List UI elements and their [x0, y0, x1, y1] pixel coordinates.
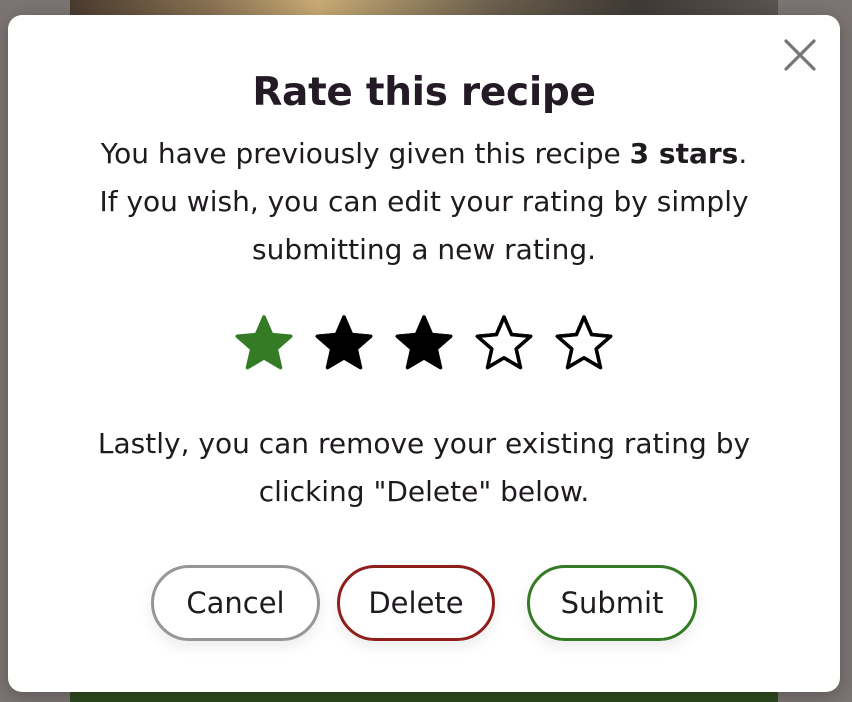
close-icon: [784, 39, 816, 71]
previous-rating-text: You have previously given this recipe 3 …: [48, 130, 800, 274]
star-5[interactable]: [554, 313, 614, 373]
intro-suffix: .: [738, 137, 748, 170]
star-3[interactable]: [394, 313, 454, 373]
star-icon: [475, 315, 533, 370]
cancel-button[interactable]: Cancel: [151, 565, 320, 641]
star-rating: [8, 313, 840, 373]
rating-modal: Rate this recipe You have previously giv…: [8, 15, 840, 692]
star-2[interactable]: [314, 313, 374, 373]
star-4[interactable]: [474, 313, 534, 373]
intro-prefix: You have previously given this recipe: [100, 137, 630, 170]
star-icon: [555, 315, 613, 370]
delete-button[interactable]: Delete: [337, 565, 495, 641]
star-icon: [395, 315, 453, 370]
close-button[interactable]: [782, 37, 818, 73]
previous-rating-value: 3 stars: [629, 137, 739, 170]
modal-title: Rate this recipe: [252, 70, 596, 115]
star-icon: [315, 315, 373, 370]
star-1[interactable]: [234, 313, 294, 373]
submit-button[interactable]: Submit: [527, 565, 697, 641]
star-icon: [235, 315, 293, 370]
remove-rating-text: Lastly, you can remove your existing rat…: [97, 427, 751, 508]
edit-rating-hint: If you wish, you can edit your rating by…: [99, 185, 749, 266]
